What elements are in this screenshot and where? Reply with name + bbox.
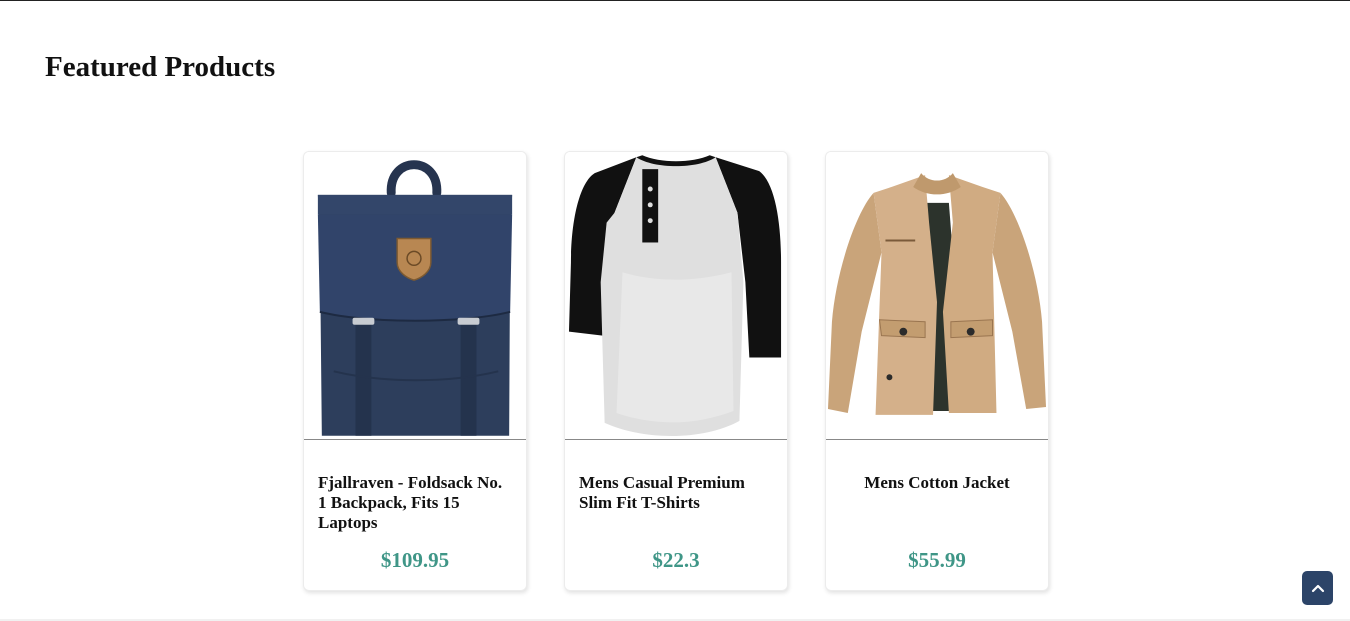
product-image-tshirt[interactable] <box>565 152 787 440</box>
product-price: $55.99 <box>908 548 966 572</box>
product-image-backpack[interactable] <box>304 152 526 440</box>
product-image-jacket[interactable] <box>826 152 1048 440</box>
section-title: Featured Products <box>45 51 276 83</box>
product-card[interactable]: Mens Cotton Jacket $55.99 <box>825 151 1049 591</box>
product-price: $22.3 <box>652 548 700 572</box>
product-price: $109.95 <box>380 548 450 572</box>
product-card[interactable]: Fjallraven - Foldsack No. 1 Backpack, Fi… <box>303 151 527 591</box>
scroll-to-top-button[interactable] <box>1302 571 1333 605</box>
product-title[interactable]: Mens Casual Premium Slim Fit T-Shirts <box>579 473 773 513</box>
page: Featured Products Fjallraven - Foldsack … <box>0 0 1350 621</box>
product-card[interactable]: Mens Casual Premium Slim Fit T-Shirts $2… <box>564 151 788 591</box>
jacket-icon <box>827 173 1047 415</box>
product-title[interactable]: Fjallraven - Foldsack No. 1 Backpack, Fi… <box>318 473 512 533</box>
tshirt-icon <box>568 155 782 436</box>
product-title[interactable]: Mens Cotton Jacket <box>840 473 1034 493</box>
product-grid: Fjallraven - Foldsack No. 1 Backpack, Fi… <box>303 151 1049 591</box>
backpack-icon <box>317 160 513 436</box>
chevron-up-icon <box>1311 584 1324 593</box>
